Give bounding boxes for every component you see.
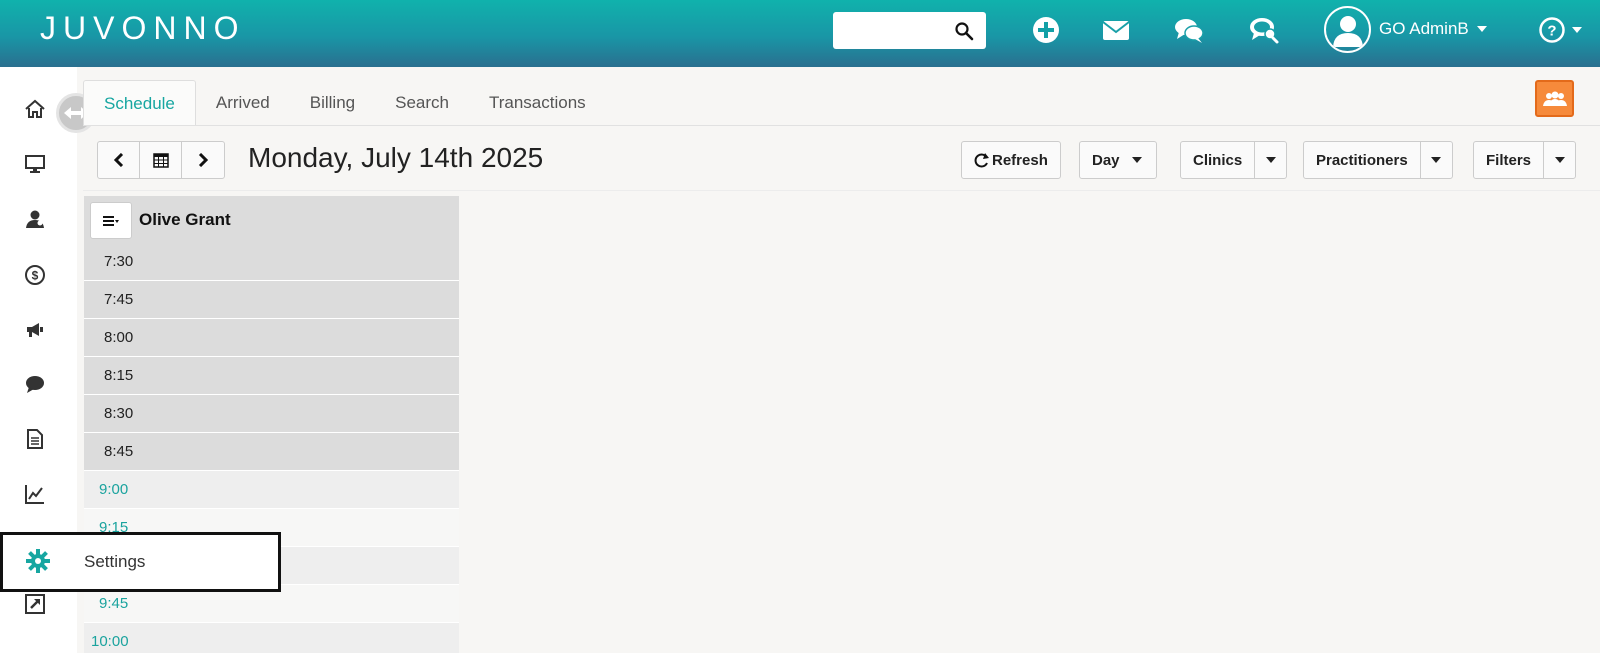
- time-slot[interactable]: 8:15: [84, 357, 459, 395]
- envelope-icon[interactable]: [1100, 14, 1132, 46]
- practitioner-header: Olive Grant: [84, 196, 459, 243]
- user-menu[interactable]: GO AdminB: [1324, 5, 1487, 53]
- gear-icon: [26, 549, 50, 573]
- user-avatar-icon[interactable]: [1324, 5, 1371, 53]
- clinics-label: Clinics: [1193, 151, 1243, 169]
- settings-menu-item[interactable]: Settings: [0, 532, 281, 592]
- practitioners-dropdown[interactable]: Practitioners: [1303, 141, 1453, 179]
- help-icon[interactable]: ?: [1538, 16, 1566, 44]
- juvonno-logo[interactable]: JUVONNO: [40, 10, 245, 47]
- svg-text:$: $: [32, 269, 39, 283]
- monitor-icon[interactable]: [22, 151, 48, 177]
- document-icon[interactable]: [22, 426, 48, 452]
- chevron-down-icon: [1554, 157, 1565, 163]
- time-slot[interactable]: 8:30: [84, 395, 459, 433]
- view-dropdown[interactable]: Day: [1079, 141, 1157, 179]
- clients-icon[interactable]: [22, 206, 48, 232]
- chevron-down-icon[interactable]: [1572, 27, 1582, 33]
- calendar-icon: [152, 153, 169, 168]
- tab-transactions[interactable]: Transactions: [469, 80, 606, 126]
- list-menu-icon: [103, 215, 119, 226]
- filters-caret-button[interactable]: [1543, 142, 1575, 178]
- user-name[interactable]: GO AdminB: [1379, 19, 1469, 39]
- chevron-down-icon: [1265, 157, 1276, 163]
- chat-bubbles-icon[interactable]: [1173, 14, 1205, 46]
- chevron-down-icon[interactable]: [1476, 26, 1487, 32]
- chat-search-icon[interactable]: [1248, 14, 1280, 46]
- time-slot[interactable]: 7:45: [84, 281, 459, 319]
- schedule-tabs: Schedule Arrived Billing Search Transact…: [83, 80, 606, 126]
- practitioners-label: Practitioners: [1316, 151, 1408, 169]
- view-label: Day: [1092, 151, 1120, 169]
- tab-schedule[interactable]: Schedule: [83, 80, 196, 126]
- tab-search[interactable]: Search: [375, 80, 469, 126]
- calendar-picker-button[interactable]: [140, 142, 182, 178]
- search-icon[interactable]: [954, 21, 974, 41]
- help-menu[interactable]: ?: [1538, 16, 1582, 44]
- settings-label: Settings: [84, 552, 146, 571]
- refresh-button[interactable]: Refresh: [961, 141, 1061, 179]
- refresh-icon: [974, 153, 989, 168]
- clinics-caret-button[interactable]: [1254, 142, 1286, 178]
- previous-day-button[interactable]: [98, 142, 140, 178]
- chevron-right-icon: [198, 153, 209, 167]
- tab-divider: [83, 125, 1600, 126]
- users-group-icon: [1542, 91, 1567, 106]
- time-slot[interactable]: 8:00: [84, 319, 459, 357]
- chart-icon[interactable]: [22, 481, 48, 507]
- schedule-empty-area: [462, 196, 1600, 653]
- practitioner-menu-button[interactable]: [90, 202, 132, 239]
- current-date-title: Monday, July 14th 2025: [248, 142, 544, 173]
- time-slot[interactable]: 9:00: [84, 471, 459, 509]
- svg-text:?: ?: [1547, 23, 1556, 40]
- megaphone-icon[interactable]: [22, 316, 48, 342]
- next-day-button[interactable]: [182, 142, 224, 178]
- comment-icon[interactable]: [22, 371, 48, 397]
- dollar-icon[interactable]: $: [22, 262, 48, 288]
- time-slot[interactable]: 8:45: [84, 433, 459, 471]
- chevron-down-icon: [1131, 157, 1142, 163]
- group-appointments-button[interactable]: [1535, 80, 1574, 117]
- external-link-icon[interactable]: [22, 591, 48, 617]
- plus-circle-icon[interactable]: [1030, 14, 1062, 46]
- time-slot[interactable]: 7:30: [84, 243, 459, 281]
- chevron-left-icon: [113, 153, 123, 167]
- practitioner-name: Olive Grant: [139, 210, 231, 229]
- chevron-down-icon: [1431, 157, 1442, 163]
- clinics-dropdown[interactable]: Clinics: [1180, 141, 1288, 179]
- tab-billing[interactable]: Billing: [290, 80, 375, 126]
- global-search[interactable]: [833, 12, 986, 49]
- filters-dropdown[interactable]: Filters: [1473, 141, 1577, 179]
- refresh-label: Refresh: [992, 151, 1048, 169]
- top-header: JUVONNO GO AdminB ?: [0, 0, 1600, 67]
- date-navigation: [97, 141, 225, 179]
- tab-arrived[interactable]: Arrived: [196, 80, 290, 126]
- global-search-input[interactable]: [841, 12, 951, 47]
- filters-label: Filters: [1486, 151, 1532, 169]
- home-icon[interactable]: [22, 96, 48, 122]
- toolbar-divider: [83, 190, 1600, 191]
- time-slot[interactable]: 10:00: [84, 623, 459, 653]
- practitioners-caret-button[interactable]: [1419, 142, 1452, 178]
